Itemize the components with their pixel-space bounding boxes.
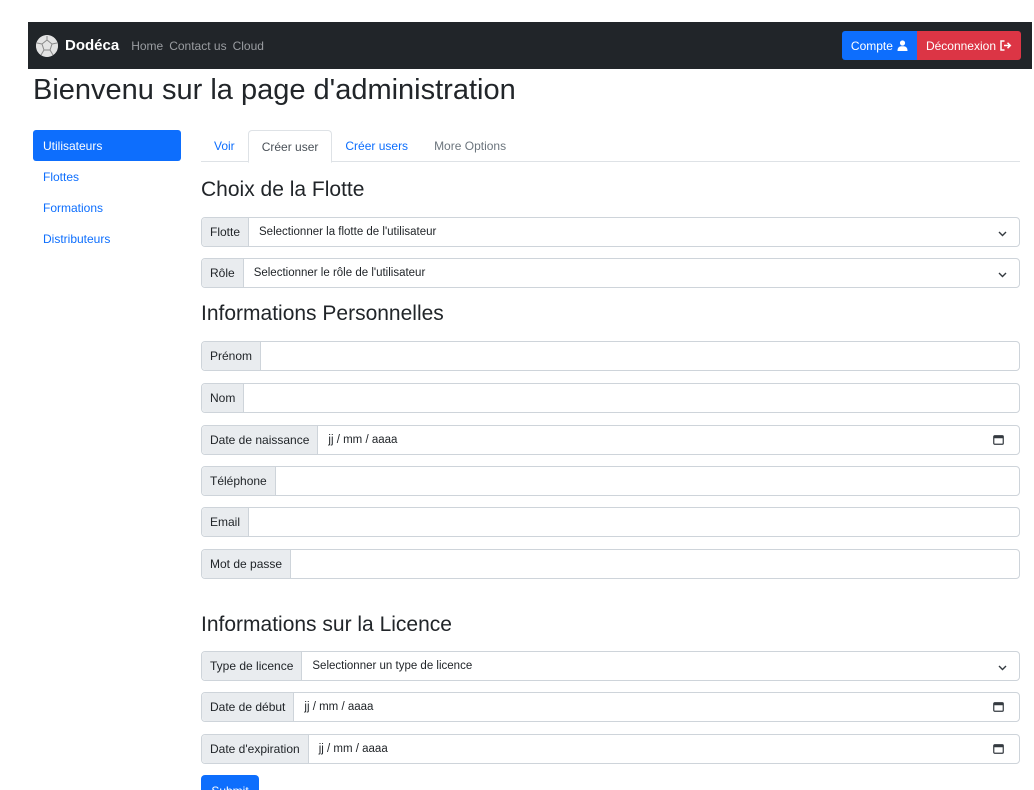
top-navbar: Dodéca Home Contact us Cloud Compte Déco… — [28, 22, 1032, 69]
chevron-down-icon — [998, 662, 1007, 674]
start-date-group: Date de début jj / mm / aaaa — [201, 692, 1020, 722]
section-title-license: Informations sur la Licence — [201, 613, 452, 636]
firstname-label: Prénom — [202, 342, 262, 370]
phone-input[interactable] — [276, 467, 1019, 495]
role-select-value: Selectionner le rôle de l'utilisateur — [253, 267, 426, 279]
fleet-label: Flotte — [202, 218, 250, 246]
birthdate-input[interactable]: jj / mm / aaaa — [318, 426, 1019, 454]
role-select[interactable]: Selectionner le rôle de l'utilisateur — [244, 259, 1019, 287]
phone-label: Téléphone — [202, 467, 276, 495]
firstname-input[interactable] — [261, 342, 1019, 370]
dodecahedron-logo-icon — [36, 34, 58, 57]
start-date-label: Date de début — [202, 693, 295, 721]
birthdate-group: Date de naissance jj / mm / aaaa — [201, 425, 1020, 455]
license-type-label: Type de licence — [202, 652, 303, 680]
submit-button[interactable]: Submit — [201, 775, 259, 790]
expiry-date-label: Date d'expiration — [202, 735, 309, 763]
user-icon — [897, 40, 908, 51]
role-select-group: Rôle Selectionner le rôle de l'utilisate… — [201, 258, 1020, 288]
section-title-personal: Informations Personnelles — [201, 302, 444, 325]
lastname-input[interactable] — [244, 384, 1019, 412]
phone-group: Téléphone — [201, 466, 1020, 496]
sidebar-item-utilisateurs[interactable]: Utilisateurs — [33, 130, 181, 161]
brand[interactable]: Dodéca — [36, 34, 120, 57]
expiry-date-input[interactable]: jj / mm / aaaa — [309, 735, 1019, 763]
fleet-select-group: Flotte Selectionner la flotte de l'utili… — [201, 217, 1020, 247]
calendar-icon[interactable] — [993, 743, 1004, 757]
license-type-group: Type de licence Selectionner un type de … — [201, 651, 1020, 681]
sidebar: Utilisateurs Flottes Formations Distribu… — [33, 130, 181, 254]
logout-button[interactable]: Déconnexion — [916, 31, 1021, 60]
start-date-placeholder: jj / mm / aaaa — [304, 701, 374, 713]
tab-voir[interactable]: Voir — [201, 130, 248, 162]
expiry-date-group: Date d'expiration jj / mm / aaaa — [201, 734, 1020, 764]
start-date-input[interactable]: jj / mm / aaaa — [294, 693, 1019, 721]
account-button-label: Compte — [850, 38, 893, 53]
email-label: Email — [202, 508, 250, 536]
lastname-group: Nom — [201, 383, 1020, 413]
lastname-label: Nom — [202, 384, 245, 412]
birthdate-label: Date de naissance — [202, 426, 319, 454]
expiry-date-placeholder: jj / mm / aaaa — [318, 743, 388, 755]
nav-link-contact[interactable]: Contact us — [169, 39, 226, 53]
nav-links: Home Contact us Cloud — [131, 39, 270, 53]
chevron-down-icon — [998, 228, 1007, 240]
password-group: Mot de passe — [201, 549, 1020, 579]
sidebar-item-formations[interactable]: Formations — [33, 192, 181, 223]
birthdate-placeholder: jj / mm / aaaa — [328, 434, 398, 446]
account-actions: Compte Déconnexion — [841, 31, 1021, 60]
nav-link-home[interactable]: Home — [131, 39, 163, 53]
chevron-down-icon — [998, 269, 1007, 281]
tab-more-options[interactable]: More Options — [421, 130, 519, 162]
email-input[interactable] — [249, 508, 1019, 536]
nav-link-cloud[interactable]: Cloud — [233, 39, 264, 53]
firstname-group: Prénom — [201, 341, 1020, 371]
calendar-icon[interactable] — [993, 434, 1004, 448]
role-label: Rôle — [202, 259, 244, 287]
account-button[interactable]: Compte — [841, 31, 917, 60]
tab-creer-users[interactable]: Créer users — [332, 130, 421, 162]
brand-name: Dodéca — [65, 37, 120, 54]
license-type-select[interactable]: Selectionner un type de licence — [302, 652, 1019, 680]
calendar-icon[interactable] — [993, 701, 1004, 715]
fleet-select-value: Selectionner la flotte de l'utilisateur — [259, 226, 437, 238]
logout-icon — [1000, 40, 1012, 51]
license-type-value: Selectionner un type de licence — [312, 660, 473, 672]
email-group: Email — [201, 507, 1020, 537]
logout-button-label: Déconnexion — [925, 38, 996, 53]
section-title-fleet: Choix de la Flotte — [201, 178, 365, 201]
sidebar-item-distributeurs[interactable]: Distributeurs — [33, 223, 181, 254]
tab-creer-user[interactable]: Créer user — [247, 130, 333, 163]
password-label: Mot de passe — [202, 550, 292, 578]
tabs: Voir Créer user Créer users More Options — [201, 130, 1020, 163]
sidebar-item-flottes[interactable]: Flottes — [33, 161, 181, 192]
fleet-select[interactable]: Selectionner la flotte de l'utilisateur — [249, 218, 1019, 246]
password-input[interactable] — [291, 550, 1019, 578]
page-title: Bienvenu sur la page d'administration — [33, 74, 516, 106]
